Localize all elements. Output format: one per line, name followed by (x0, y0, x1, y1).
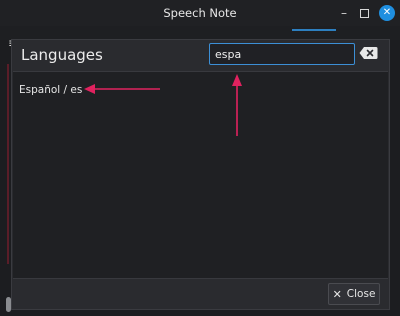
search-input[interactable] (209, 43, 355, 65)
language-item[interactable]: Español / es (19, 84, 82, 96)
background-tab-indicator (292, 29, 336, 31)
title-bar: Speech Note – ✕ (0, 0, 400, 26)
dialog-title: Languages (21, 46, 103, 64)
background-accent-strip (7, 64, 9, 264)
close-x-icon: ✕ (332, 287, 342, 301)
close-button[interactable]: ✕ Close (328, 283, 380, 305)
minimize-icon[interactable]: – (334, 3, 354, 23)
maximize-icon[interactable] (354, 3, 374, 23)
backspace-clear-icon[interactable] (359, 46, 378, 60)
language-list: Español / es (13, 71, 388, 279)
languages-dialog: Languages Español / es ✕ Close (11, 39, 390, 310)
background-toolbar (0, 26, 400, 40)
close-button-label: Close (346, 288, 376, 300)
close-icon[interactable]: ✕ (379, 5, 395, 21)
